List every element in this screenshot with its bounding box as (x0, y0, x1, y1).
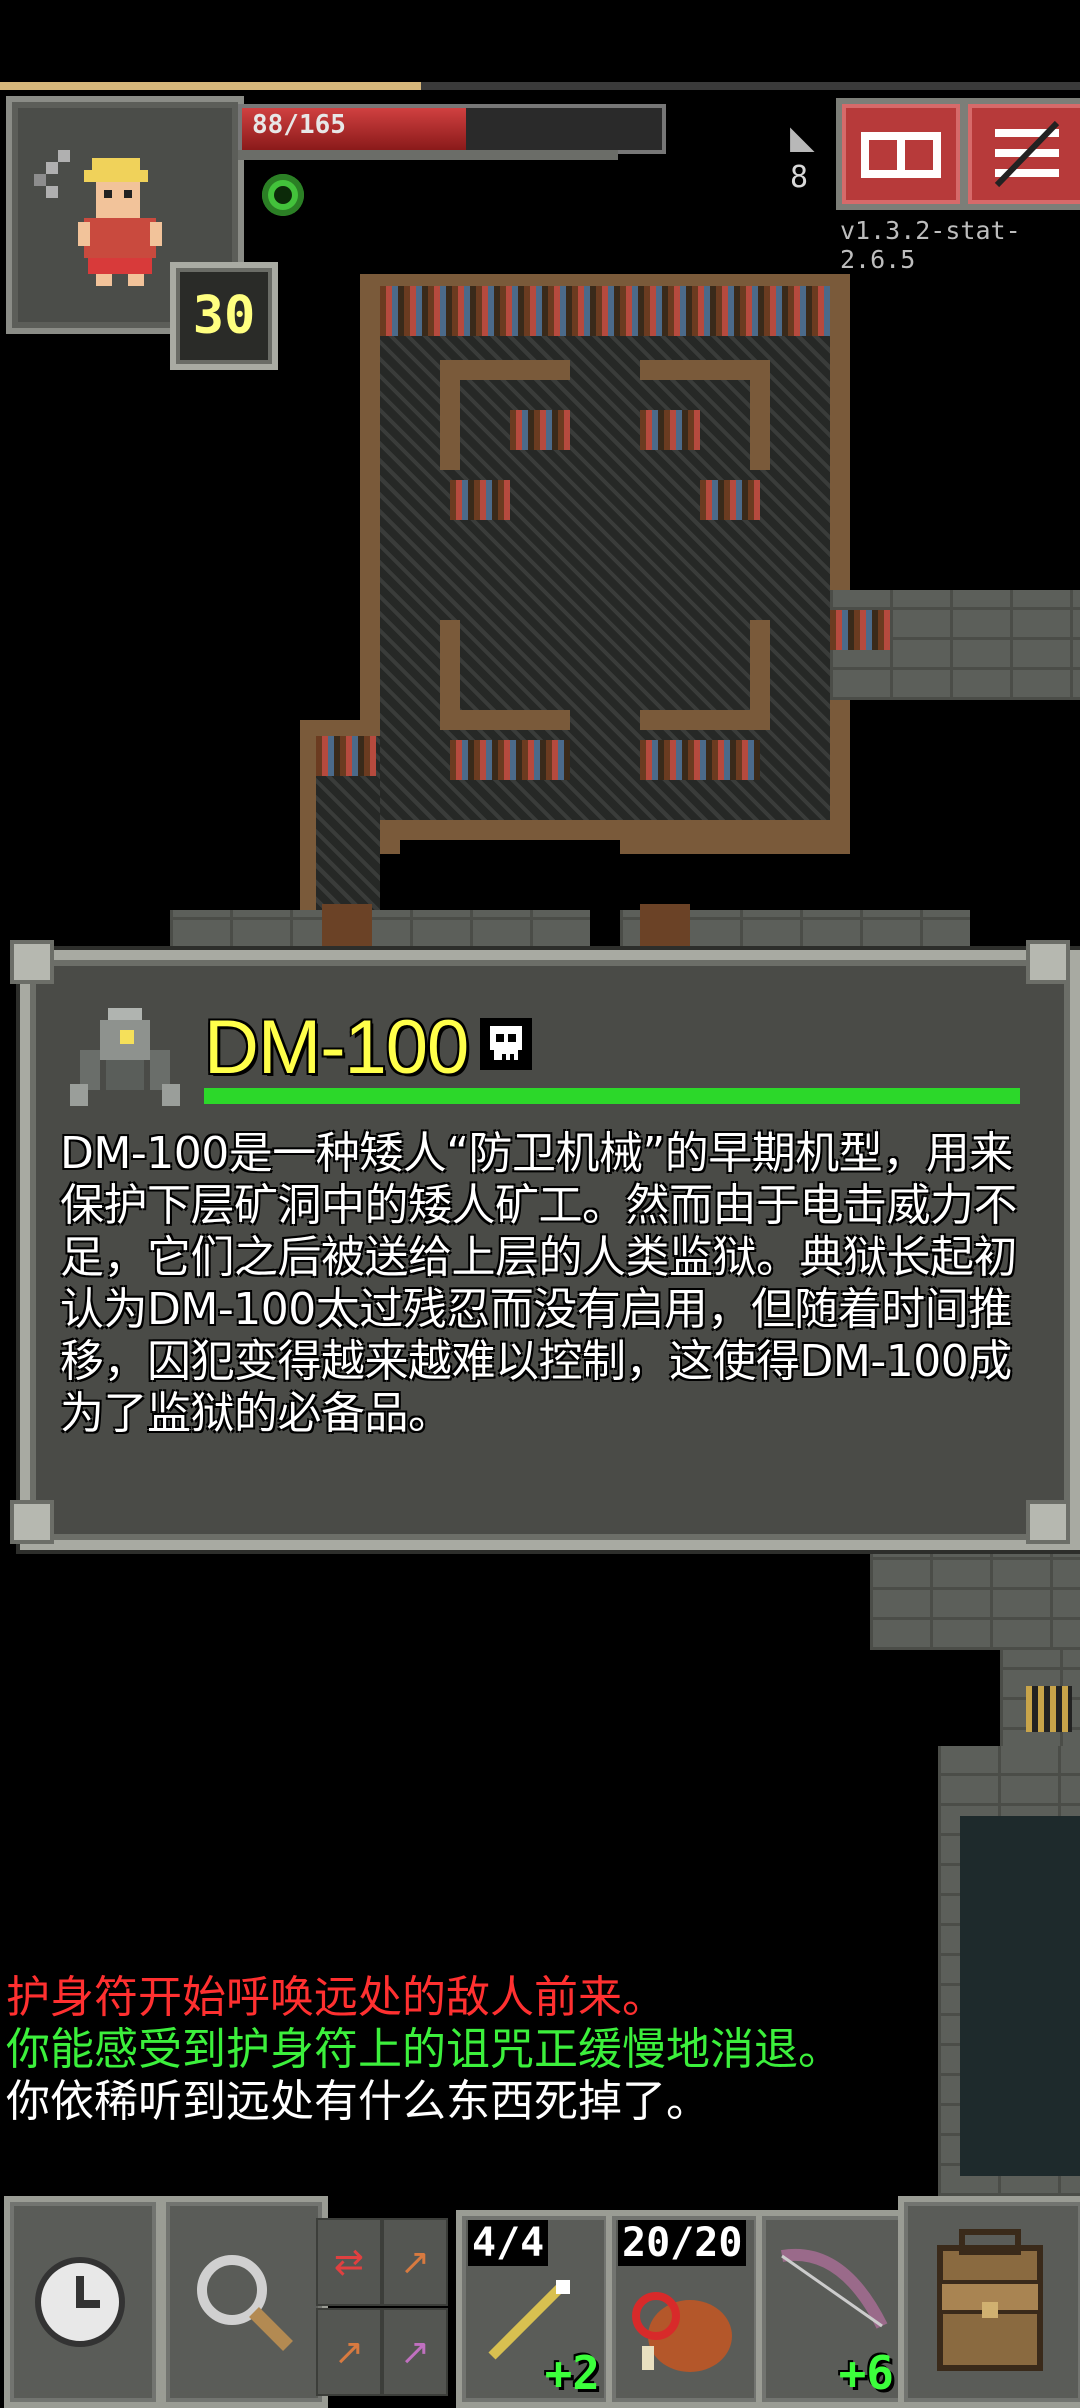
bookshelf-row (380, 286, 830, 336)
bookshelf (640, 410, 700, 450)
bookshelf (450, 740, 570, 780)
menu-icon (994, 120, 1060, 188)
quickslot-upgrade: +6 (838, 2346, 894, 2400)
dm100-sprite (60, 1000, 190, 1110)
library-inner-wall (750, 360, 770, 470)
backpack-button[interactable] (898, 2196, 1080, 2408)
library-inner-wall (440, 710, 570, 730)
library-inner-wall (440, 360, 460, 470)
log-line: 你能感受到护身符上的诅咒正缓慢地消退。 (6, 2024, 842, 2075)
window-corner (1026, 1500, 1070, 1544)
search-button[interactable] (160, 2196, 328, 2408)
quickslot-2[interactable]: 20/20 (606, 2210, 764, 2408)
library-wall (380, 820, 710, 840)
experience-fill (0, 82, 422, 90)
skull-icon (480, 1018, 532, 1070)
dart-icon[interactable]: ↗ (316, 2308, 382, 2396)
door-grate (1026, 1686, 1072, 1732)
green-skull-buff-icon[interactable] (262, 174, 304, 216)
mob-description: DM-100是一种矮人“防卫机械”的早期机型，用来保护下层矿洞中的矮人矿工。然而… (60, 1128, 1018, 1439)
window-corner (1026, 940, 1070, 984)
window-corner (10, 1500, 54, 1544)
stairs-icon: ◣ (790, 118, 815, 156)
pickaxe-icon (34, 150, 70, 198)
mob-health-bar (204, 1088, 1020, 1104)
menu-button[interactable] (962, 98, 1080, 210)
bookshelf (510, 410, 570, 450)
journal-icon (861, 132, 941, 178)
hp-bar: 88/165 (238, 104, 666, 154)
bookshelf (700, 480, 760, 520)
depth-indicator: 8 (790, 160, 809, 195)
library-inner-wall (640, 710, 770, 730)
log-line: 你依稀听到远处有什么东西死掉了。 (6, 2076, 710, 2127)
window-corner (10, 940, 54, 984)
clock-icon (35, 2257, 125, 2347)
stone-wall (170, 910, 590, 950)
bow-icon (781, 2248, 888, 2329)
hp-bar-frame (238, 150, 618, 160)
quickslot-3[interactable]: +6 (756, 2210, 908, 2408)
experience-bar (0, 82, 1080, 90)
wooden-door[interactable] (640, 904, 690, 954)
wait-button[interactable] (4, 2196, 162, 2408)
mob-name: DM-100 (204, 1005, 469, 1090)
swap-icon[interactable]: ⇄ (316, 2218, 382, 2306)
quickslot-1[interactable]: 4/4 +2 (456, 2210, 614, 2408)
quickslot-charges: 20/20 (618, 2220, 747, 2266)
bookshelf (450, 480, 510, 520)
log-line: 护身符开始呼唤远处的敌人前来。 (6, 1972, 666, 2023)
bookshelf (830, 610, 890, 650)
quickslot-upgrade: +2 (544, 2346, 600, 2400)
quickslot-charges: 4/4 (468, 2220, 549, 2266)
wand-icon[interactable]: ↗ (382, 2308, 448, 2396)
bookshelf (316, 736, 376, 776)
wooden-door[interactable] (322, 904, 372, 954)
game-log: 护身符开始呼唤远处的敌人前来。 你能感受到护身符上的诅咒正缓慢地消退。 你依稀听… (6, 1972, 1076, 2128)
bookshelf (640, 740, 760, 780)
arrow-icon[interactable]: ↗ (382, 2218, 448, 2306)
meat-icon (632, 2292, 732, 2372)
quickswap-grid[interactable]: ⇄ ↗ ↗ ↗ (316, 2218, 450, 2396)
hp-text: 88/165 (252, 110, 346, 140)
magnifier-icon (197, 2255, 293, 2351)
backpack-icon (937, 2229, 1043, 2371)
journal-button[interactable] (836, 98, 966, 210)
